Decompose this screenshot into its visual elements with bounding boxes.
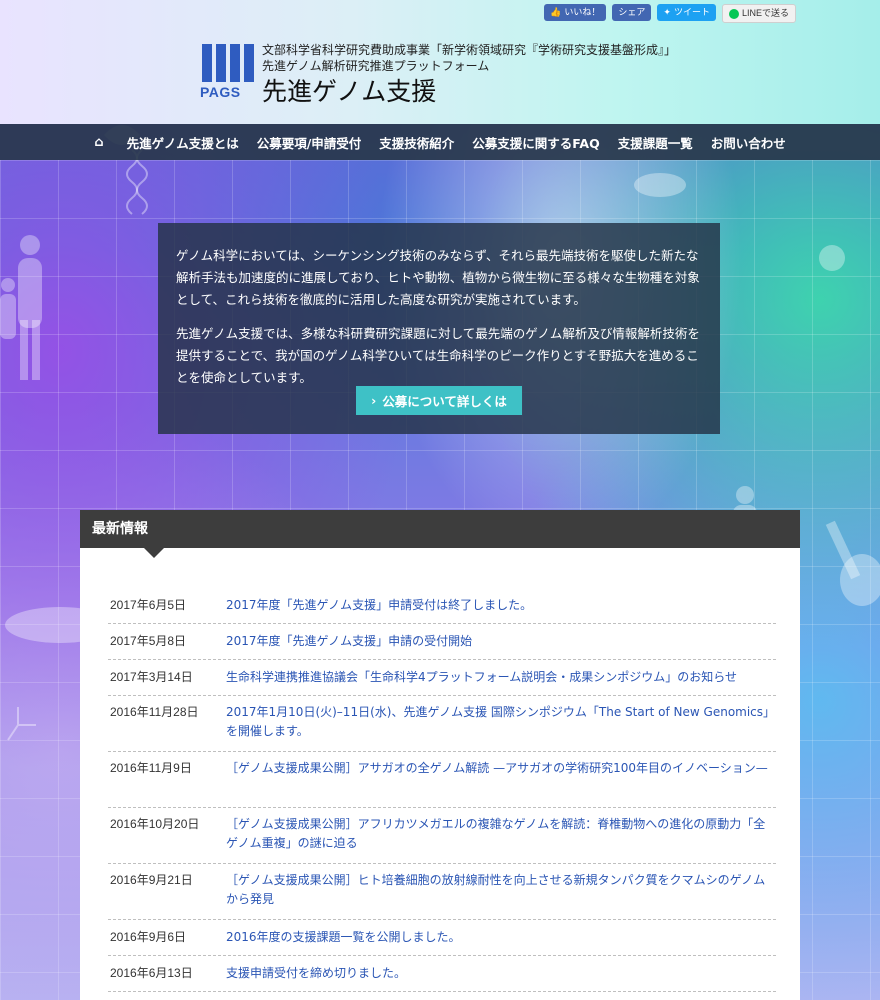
news-item: 2016年9月21日 ［ゲノム支援成果公開］ヒト培養細胞の放射線耐性を向上させる… <box>108 864 776 920</box>
news-item: 2017年3月14日 生命科学連携推進協議会「生命科学4プラットフォーム説明会・… <box>108 660 776 696</box>
news-date: 2017年5月8日 <box>110 634 187 648</box>
news-date: 2016年9月21日 <box>110 873 193 887</box>
intro-panel: ゲノム科学においては、シーケンシング技術のみならず、それら最先端技術を駆使した新… <box>158 223 720 434</box>
news-link[interactable]: 支援申請受付を締め切りました。 <box>226 964 776 983</box>
nav-home[interactable]: ⌂ <box>85 135 117 150</box>
news-link[interactable]: 2017年度「先進ゲノム支援」申請の受付開始 <box>226 632 776 651</box>
news-item: 2017年5月8日 2017年度「先進ゲノム支援」申請の受付開始 <box>108 624 776 660</box>
site-logo[interactable]: PAGS 文部科学省科学研究費助成事業「新学術領域研究『学術研究支援基盤形成』」… <box>200 42 676 108</box>
news-item: 2016年11月9日 ［ゲノム支援成果公開］アサガオの全ゲノム解読 —アサガオの… <box>108 752 776 808</box>
news-link[interactable]: ［ゲノム支援成果公開］アサガオの全ゲノム解読 —アサガオの学術研究100年目のイ… <box>226 759 776 807</box>
social-buttons: 👍 いいね！ シェア ✦ ツイート LINEで送る <box>544 4 796 23</box>
line-icon <box>728 8 739 19</box>
facebook-like-button[interactable]: 👍 いいね！ <box>544 4 607 21</box>
news-link[interactable]: 2017年1月10日(火)–11日(水)、先進ゲノム支援 国際シンポジウム「Th… <box>226 703 776 751</box>
site-title: 先進ゲノム支援 <box>262 77 437 106</box>
header-line2: 先進ゲノム解析研究推進プラットフォーム <box>262 59 490 73</box>
news-link[interactable]: 2017年度「先進ゲノム支援」申請受付は終了しました。 <box>226 596 776 615</box>
intro-paragraph-2: 先進ゲノム支援では、多様な科研費研究課題に対して最先端のゲノム解析及び情報解析技… <box>176 326 700 385</box>
tweet-button[interactable]: ✦ ツイート <box>657 4 716 21</box>
news-item: 2016年11月28日 2017年1月10日(火)–11日(水)、先進ゲノム支援… <box>108 696 776 752</box>
nav-item-about[interactable]: 先進ゲノム支援とは <box>118 133 248 152</box>
news-heading: 最新情報 <box>80 510 800 558</box>
news-item: 2016年6月13日 支援申請受付を締め切りました。 <box>108 956 776 992</box>
news-date: 2017年3月14日 <box>110 670 193 684</box>
thumbs-up-icon: 👍 <box>550 7 562 17</box>
news-item: 2016年9月6日 2016年度の支援課題一覧を公開しました。 <box>108 920 776 956</box>
news-date: 2016年10月20日 <box>110 817 200 831</box>
news-link[interactable]: ［ゲノム支援成果公開］アフリカツメガエルの複雑なゲノムを解読：脊椎動物への進化の… <box>226 815 776 863</box>
news-item: 2016年10月20日 ［ゲノム支援成果公開］アフリカツメガエルの複雑なゲノムを… <box>108 808 776 864</box>
line-send-button[interactable]: LINEで送る <box>721 4 796 23</box>
news-date: 2016年11月9日 <box>110 761 192 775</box>
facebook-share-button[interactable]: シェア <box>612 4 652 21</box>
news-link[interactable]: ［ゲノム支援成果公開］ヒト培養細胞の放射線耐性を向上させる新規タンパク質をクマム… <box>226 871 776 919</box>
twitter-bird-icon: ✦ <box>663 7 671 17</box>
nav-item-projects[interactable]: 支援課題一覧 <box>609 133 702 152</box>
news-date: 2016年11月28日 <box>110 705 199 719</box>
news-section: 最新情報 2017年6月5日 2017年度「先進ゲノム支援」申請受付は終了しまし… <box>80 510 800 1000</box>
home-icon: ⌂ <box>94 134 104 150</box>
news-date: 2016年9月6日 <box>110 930 187 944</box>
news-link[interactable]: 生命科学連携推進協議会「生命科学4プラットフォーム説明会・成果シンポジウム」のお… <box>226 668 776 687</box>
main-nav: ⌂ 先進ゲノム支援とは 公募要項/申請受付 支援技術紹介 公募支援に関するFAQ… <box>0 124 880 160</box>
news-list: 2017年6月5日 2017年度「先進ゲノム支援」申請受付は終了しました。 20… <box>108 588 776 992</box>
news-item: 2017年6月5日 2017年度「先進ゲノム支援」申請受付は終了しました。 <box>108 588 776 624</box>
news-date: 2016年6月13日 <box>110 966 193 980</box>
nav-item-faq[interactable]: 公募支援に関するFAQ <box>463 133 608 152</box>
nav-item-application[interactable]: 公募要項/申請受付 <box>248 133 371 152</box>
nav-item-contact[interactable]: お問い合わせ <box>702 133 795 152</box>
news-link[interactable]: 2016年度の支援課題一覧を公開しました。 <box>226 928 776 947</box>
news-date: 2017年6月5日 <box>110 598 187 612</box>
nav-item-technology[interactable]: 支援技術紹介 <box>370 133 463 152</box>
application-details-button[interactable]: › 公募について詳しくは <box>356 386 522 415</box>
heading-pointer <box>144 548 164 558</box>
chevron-right-icon: › <box>371 393 377 408</box>
intro-paragraph-1: ゲノム科学においては、シーケンシング技術のみならず、それら最先端技術を駆使した新… <box>176 248 700 307</box>
header-line1: 文部科学省科学研究費助成事業「新学術領域研究『学術研究支援基盤形成』」 <box>262 43 677 57</box>
pags-logo-mark: PAGS <box>200 42 254 104</box>
